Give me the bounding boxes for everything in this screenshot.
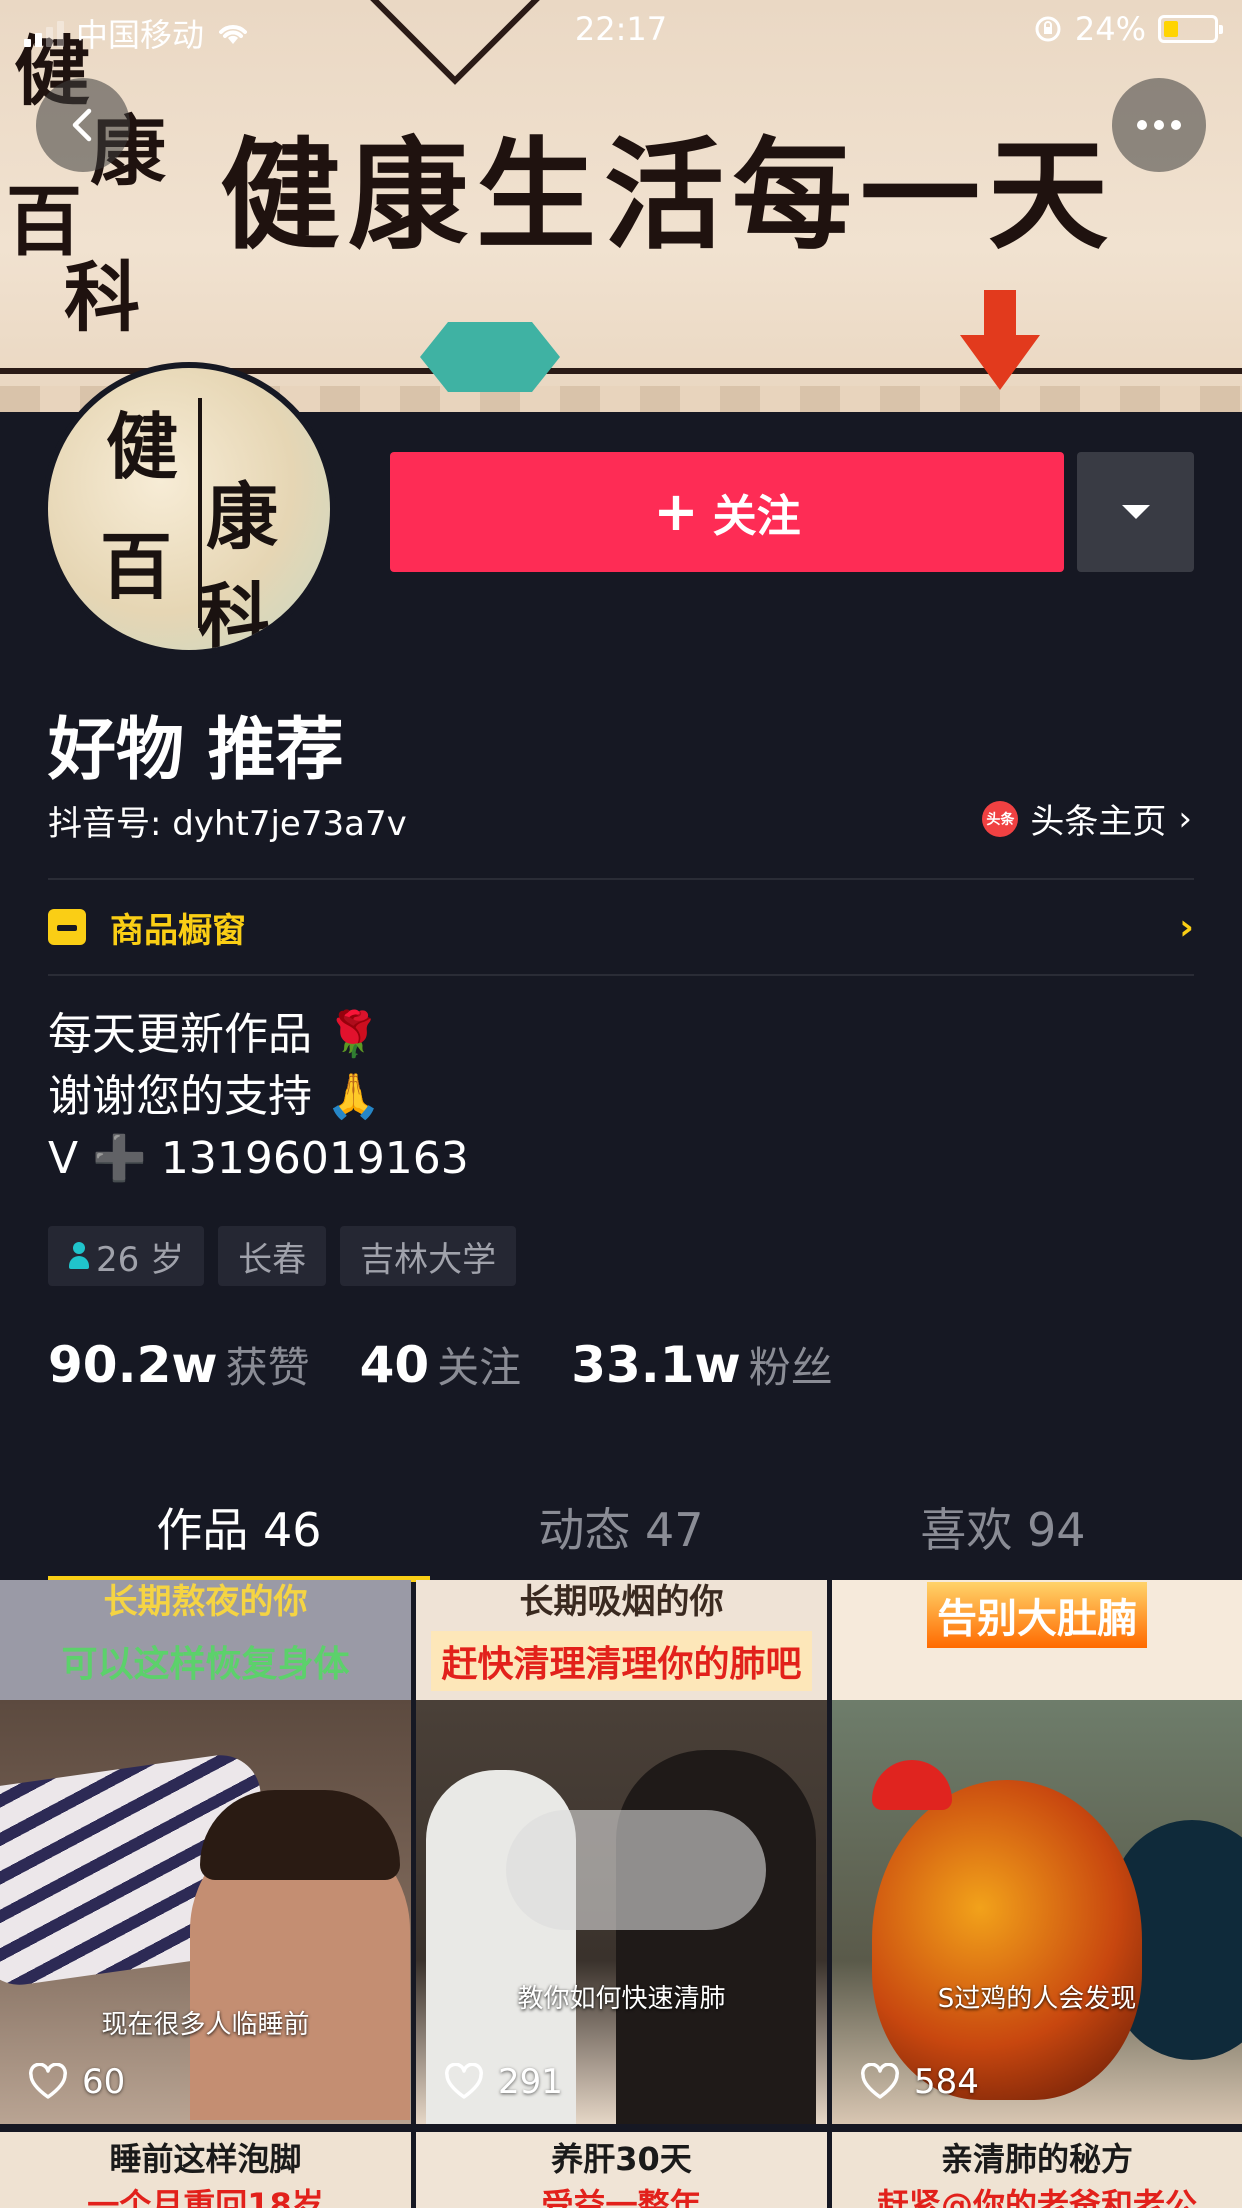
plus-icon: + xyxy=(653,480,699,543)
followers-stat[interactable]: 33.1w 粉丝 xyxy=(571,1334,833,1395)
back-arrow-icon xyxy=(72,108,92,142)
age-tag: 26 岁 xyxy=(48,1226,205,1286)
tab-activity[interactable]: 动态 47 xyxy=(430,1480,812,1580)
shop-label: 商品橱窗 xyxy=(110,910,246,951)
video-caption: 可以这样恢复身体 xyxy=(61,1644,350,1685)
heart-icon xyxy=(445,2063,483,2099)
like-count: 291 xyxy=(444,2062,563,2102)
video-caption: 受益一整年 xyxy=(541,2186,702,2208)
more-dots-icon xyxy=(1137,120,1181,130)
banner-side-logo: 健 康 百 科 xyxy=(6,27,166,342)
video-subtitle: 教你如何快速清肺 xyxy=(517,1984,726,2014)
toutiao-homepage-link[interactable]: 头条 头条主页 › xyxy=(982,794,1192,843)
profile-bio: 每天更新作品 🌹 谢谢您的支持 🙏 V ➕ 13196019163 xyxy=(48,1004,469,1190)
avatar[interactable]: 健 康 百 科 xyxy=(42,362,336,656)
follow-label: 关注 xyxy=(712,491,801,542)
toutiao-link-label: 头条主页 xyxy=(1030,802,1167,842)
tab-likes[interactable]: 喜欢 94 xyxy=(812,1480,1194,1580)
video-thumbnail[interactable]: 养肝30天 受益一整年 xyxy=(416,2132,827,2208)
video-thumbnail[interactable]: 长期吸烟的你 赶快清理清理你的肺吧 教你如何快速清肺 291 xyxy=(416,1580,827,2124)
video-caption: 赶紧@你的老爸和老公 xyxy=(876,2186,1197,2208)
video-caption: 长期熬夜的你 xyxy=(103,1582,308,1622)
bio-line: 谢谢您的支持 🙏 xyxy=(48,1071,381,1122)
tab-works[interactable]: 作品 46 xyxy=(48,1480,430,1582)
video-caption: 赶快清理清理你的肺吧 xyxy=(431,1631,812,1691)
back-button[interactable] xyxy=(36,78,130,172)
orientation-lock-icon xyxy=(1035,16,1061,42)
heart-icon xyxy=(29,2063,67,2099)
person-icon xyxy=(68,1242,90,1270)
product-showcase-row[interactable]: 商品橱窗 › xyxy=(48,880,1194,974)
douyin-id: 抖音号: dyht7je73a7v xyxy=(48,804,407,844)
video-grid: 长期熬夜的你 可以这样恢复身体 现在很多人临睡前 60 长期吸烟的你 赶快清理清… xyxy=(0,1580,1242,2208)
divider xyxy=(48,974,1194,976)
video-subtitle: S过鸡的人会发现 xyxy=(937,1984,1137,2014)
profile-banner: 健 康 百 科 健康生活每一天 xyxy=(0,0,1242,412)
video-caption: 一个月重回18岁 xyxy=(87,2186,324,2208)
toutiao-icon: 头条 xyxy=(982,800,1019,837)
recommend-dropdown-button[interactable] xyxy=(1077,452,1194,572)
banner-arrow-decoration xyxy=(960,290,1040,390)
video-caption: 长期吸烟的你 xyxy=(519,1582,724,1622)
heart-icon xyxy=(861,2063,899,2099)
bio-line: V ➕ 13196019163 xyxy=(48,1133,469,1184)
banner-decoration xyxy=(420,322,560,392)
profile-name: 好物 推荐 xyxy=(48,711,344,790)
chevron-right-icon: › xyxy=(1179,906,1194,948)
like-count: 60 xyxy=(28,2062,125,2102)
chevron-right-icon: › xyxy=(1178,798,1192,839)
like-count: 584 xyxy=(860,2062,979,2102)
school-tag: 吉林大学 xyxy=(340,1226,517,1286)
bio-line: 每天更新作品 🌹 xyxy=(48,1009,381,1060)
location-tag: 长春 xyxy=(218,1226,327,1286)
profile-tabs: 作品 46 动态 47 喜欢 94 xyxy=(48,1480,1194,1582)
video-subtitle: 现在很多人临睡前 xyxy=(101,2010,310,2040)
following-stat[interactable]: 40 关注 xyxy=(360,1334,522,1395)
shop-icon xyxy=(48,909,86,945)
video-caption: 睡前这样泡脚 xyxy=(109,2140,302,2178)
follow-button[interactable]: + 关注 xyxy=(390,452,1064,572)
video-thumbnail[interactable]: 长期熬夜的你 可以这样恢复身体 现在很多人临睡前 60 xyxy=(0,1580,411,2124)
more-options-button[interactable] xyxy=(1112,78,1206,172)
video-thumbnail[interactable]: 告别大肚腩 S过鸡的人会发现 584 xyxy=(832,1580,1242,2124)
video-thumbnail[interactable]: 亲清肺的秘方 赶紧@你的老爸和老公 xyxy=(832,2132,1242,2208)
video-caption: 亲清肺的秘方 xyxy=(940,2140,1133,2178)
video-caption: 告别大肚腩 xyxy=(927,1582,1147,1648)
battery-percent: 24% xyxy=(1074,10,1146,48)
video-thumbnail[interactable]: 睡前这样泡脚 一个月重回18岁 xyxy=(0,2132,411,2208)
status-bar: 中国移动 22:17 24% xyxy=(0,0,1242,60)
profile-tags: 26 岁 长春 吉林大学 xyxy=(48,1226,517,1286)
profile-stats: 90.2w 获赞 40 关注 33.1w 粉丝 xyxy=(48,1334,883,1395)
likes-stat: 90.2w 获赞 xyxy=(48,1336,310,1394)
caret-down-icon xyxy=(1121,505,1150,519)
banner-title: 健康生活每一天 xyxy=(220,125,1116,266)
battery-icon xyxy=(1158,15,1223,43)
video-caption: 养肝30天 xyxy=(551,2140,692,2178)
